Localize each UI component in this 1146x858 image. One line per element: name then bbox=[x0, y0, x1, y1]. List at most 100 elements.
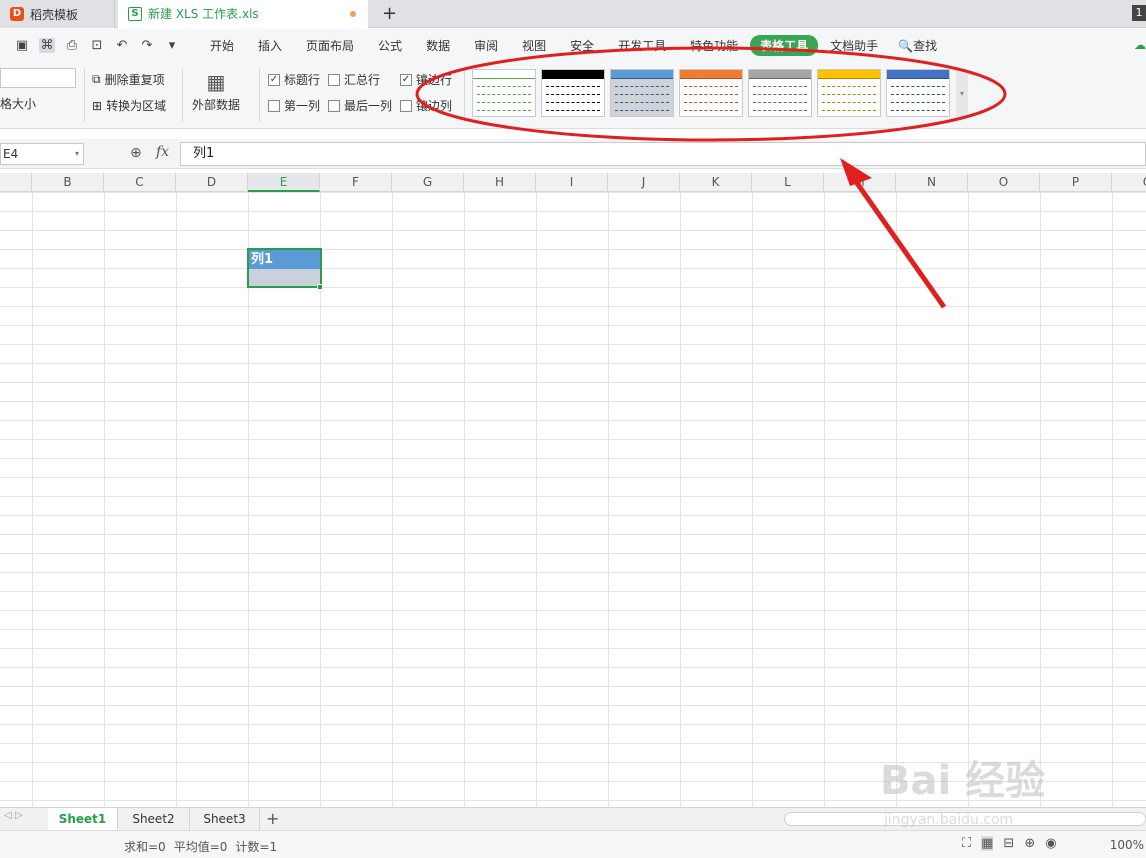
gallery-more-icon[interactable]: ▾ bbox=[956, 70, 968, 118]
cloud-sync-icon[interactable]: ☁ bbox=[1134, 38, 1146, 52]
docer-logo-icon: D bbox=[10, 7, 24, 21]
menu-item-7[interactable]: 安全 bbox=[558, 37, 606, 54]
swatch-row-line bbox=[546, 90, 600, 95]
tab-label: 新建 XLS 工作表.xls bbox=[148, 7, 259, 21]
swatch-row-line bbox=[684, 82, 738, 87]
page-layout-view-icon[interactable]: ⊕ bbox=[1024, 836, 1035, 851]
table-style-swatch-2[interactable] bbox=[541, 69, 605, 117]
page-break-view-icon[interactable]: ⊟ bbox=[1003, 836, 1014, 851]
sheet-tab-2[interactable]: Sheet2 bbox=[118, 808, 190, 830]
column-header-c[interactable]: C bbox=[104, 173, 176, 192]
table-style-swatch-4[interactable] bbox=[679, 69, 743, 117]
cell-selection bbox=[247, 248, 322, 288]
status-average: 平均值=0 bbox=[173, 840, 228, 854]
menu-item-10[interactable]: 表格工具 bbox=[750, 35, 819, 56]
table-tools-ribbon: 格大小 ⧉ 删除重复项 ⊞ 转换为区域 ▦ 外部数据 ✓ 标题行 汇总行 ✓ 镶… bbox=[0, 62, 1146, 129]
menu-item-6[interactable]: 视图 bbox=[510, 37, 558, 54]
chevron-down-icon[interactable]: ▾ bbox=[75, 144, 79, 164]
cell-area[interactable] bbox=[0, 192, 1146, 807]
normal-view-icon[interactable]: ▦ bbox=[981, 836, 994, 851]
function-icon[interactable]: fx bbox=[156, 144, 169, 160]
column-header-e[interactable]: E bbox=[248, 173, 320, 192]
external-data-button[interactable]: ▦ 外部数据 bbox=[192, 70, 240, 113]
checkbox-unchecked-icon bbox=[328, 73, 340, 86]
swatch-row-line bbox=[891, 106, 945, 111]
eye-protection-icon[interactable]: ◉ bbox=[1045, 836, 1056, 851]
column-header-j[interactable]: J bbox=[608, 173, 680, 192]
save-icon[interactable]: ▣ bbox=[14, 38, 30, 53]
resize-table-button[interactable]: 格大小 bbox=[0, 95, 36, 112]
swatch-header bbox=[818, 70, 880, 79]
total-row-checkbox[interactable]: 汇总行 bbox=[328, 71, 380, 88]
menu-item-11[interactable]: 文档助手 bbox=[818, 37, 890, 54]
column-header-l[interactable]: L bbox=[752, 173, 824, 192]
swatch-row-line bbox=[753, 106, 807, 111]
column-header-q[interactable]: Q bbox=[1112, 173, 1146, 192]
swatch-row-line bbox=[684, 90, 738, 95]
tab-current-workbook[interactable]: S 新建 XLS 工作表.xls bbox=[118, 0, 368, 28]
table-name-input[interactable] bbox=[0, 68, 76, 88]
last-column-checkbox[interactable]: 最后一列 bbox=[328, 97, 392, 114]
sheet-tab-1[interactable]: Sheet1 bbox=[48, 808, 118, 830]
menu-item-0[interactable]: 开始 bbox=[198, 37, 246, 54]
name-box[interactable]: E4 ▾ bbox=[0, 143, 84, 165]
add-sheet-plus-icon[interactable]: + bbox=[266, 808, 279, 830]
search-button[interactable]: 🔍查找 bbox=[898, 37, 937, 54]
zoom-level[interactable]: 100% bbox=[1110, 838, 1144, 852]
format-painter-icon[interactable]: ⌘ bbox=[39, 38, 55, 53]
column-header-p[interactable]: P bbox=[1040, 173, 1112, 192]
menu-item-8[interactable]: 开发工具 bbox=[606, 37, 678, 54]
swatch-row-line bbox=[477, 82, 531, 87]
formula-input[interactable]: 列1 bbox=[180, 142, 1146, 166]
fill-handle[interactable] bbox=[317, 284, 323, 290]
checkbox-checked-icon: ✓ bbox=[268, 73, 280, 86]
column-header-g[interactable]: G bbox=[392, 173, 464, 192]
swatch-row-line bbox=[615, 114, 669, 116]
sheet-tab-3[interactable]: Sheet3 bbox=[190, 808, 260, 830]
table-style-swatch-5[interactable] bbox=[748, 69, 812, 117]
ribbon-divider bbox=[464, 68, 465, 122]
header-row-checkbox[interactable]: ✓ 标题行 bbox=[268, 71, 320, 88]
remove-duplicates-button[interactable]: ⧉ 删除重复项 bbox=[92, 71, 165, 88]
menu-item-4[interactable]: 数据 bbox=[414, 37, 462, 54]
column-header-b[interactable]: B bbox=[32, 173, 104, 192]
menu-item-1[interactable]: 插入 bbox=[246, 37, 294, 54]
fullscreen-icon[interactable]: ⛶ bbox=[962, 836, 971, 851]
menu-item-9[interactable]: 特色功能 bbox=[678, 37, 750, 54]
swatch-header bbox=[887, 70, 949, 79]
menu-item-5[interactable]: 审阅 bbox=[462, 37, 510, 54]
banded-rows-checkbox[interactable]: ✓ 镶边行 bbox=[400, 71, 452, 88]
column-header-h[interactable]: H bbox=[464, 173, 536, 192]
first-column-checkbox[interactable]: 第一列 bbox=[268, 97, 320, 114]
menu-item-3[interactable]: 公式 bbox=[366, 37, 414, 54]
column-header-m[interactable]: M bbox=[824, 173, 896, 192]
print-preview-icon[interactable]: ⊡ bbox=[89, 38, 105, 53]
tab-docer-templates[interactable]: D 稻壳模板 bbox=[0, 0, 115, 28]
table-style-swatch-6[interactable] bbox=[817, 69, 881, 117]
column-header-k[interactable]: K bbox=[680, 173, 752, 192]
chevron-down-icon[interactable]: ▾ bbox=[164, 38, 180, 53]
sheet-nav-arrows-icon[interactable]: ◁ ▷ bbox=[4, 810, 23, 821]
column-header-i[interactable]: I bbox=[536, 173, 608, 192]
column-header-n[interactable]: N bbox=[896, 173, 968, 192]
column-header-f[interactable]: F bbox=[320, 173, 392, 192]
new-tab-plus-icon[interactable]: + bbox=[382, 3, 397, 24]
worksheet-grid[interactable]: ABCDEFGHIJKLMNOPQ 列1 bbox=[0, 173, 1146, 807]
column-header-d[interactable]: D bbox=[176, 173, 248, 192]
column-header-o[interactable]: O bbox=[968, 173, 1040, 192]
zoom-search-icon[interactable]: ⊕ bbox=[130, 145, 142, 161]
column-header-a[interactable]: A bbox=[0, 173, 32, 192]
convert-range-label: 转换为区域 bbox=[106, 99, 167, 113]
swatch-row-line bbox=[753, 82, 807, 87]
table-style-swatch-3[interactable] bbox=[610, 69, 674, 117]
table-style-swatch-1[interactable] bbox=[472, 69, 536, 117]
print-icon[interactable]: ⎙ bbox=[64, 38, 80, 53]
table-style-swatch-7[interactable] bbox=[886, 69, 950, 117]
banded-columns-checkbox[interactable]: 镶边列 bbox=[400, 97, 452, 114]
menu-item-2[interactable]: 页面布局 bbox=[294, 37, 366, 54]
header-row-label: 标题行 bbox=[284, 73, 321, 87]
convert-to-range-button[interactable]: ⊞ 转换为区域 bbox=[92, 97, 166, 114]
undo-icon[interactable]: ↶ bbox=[114, 38, 130, 53]
swatch-header bbox=[473, 70, 535, 79]
redo-icon[interactable]: ↷ bbox=[139, 38, 155, 53]
